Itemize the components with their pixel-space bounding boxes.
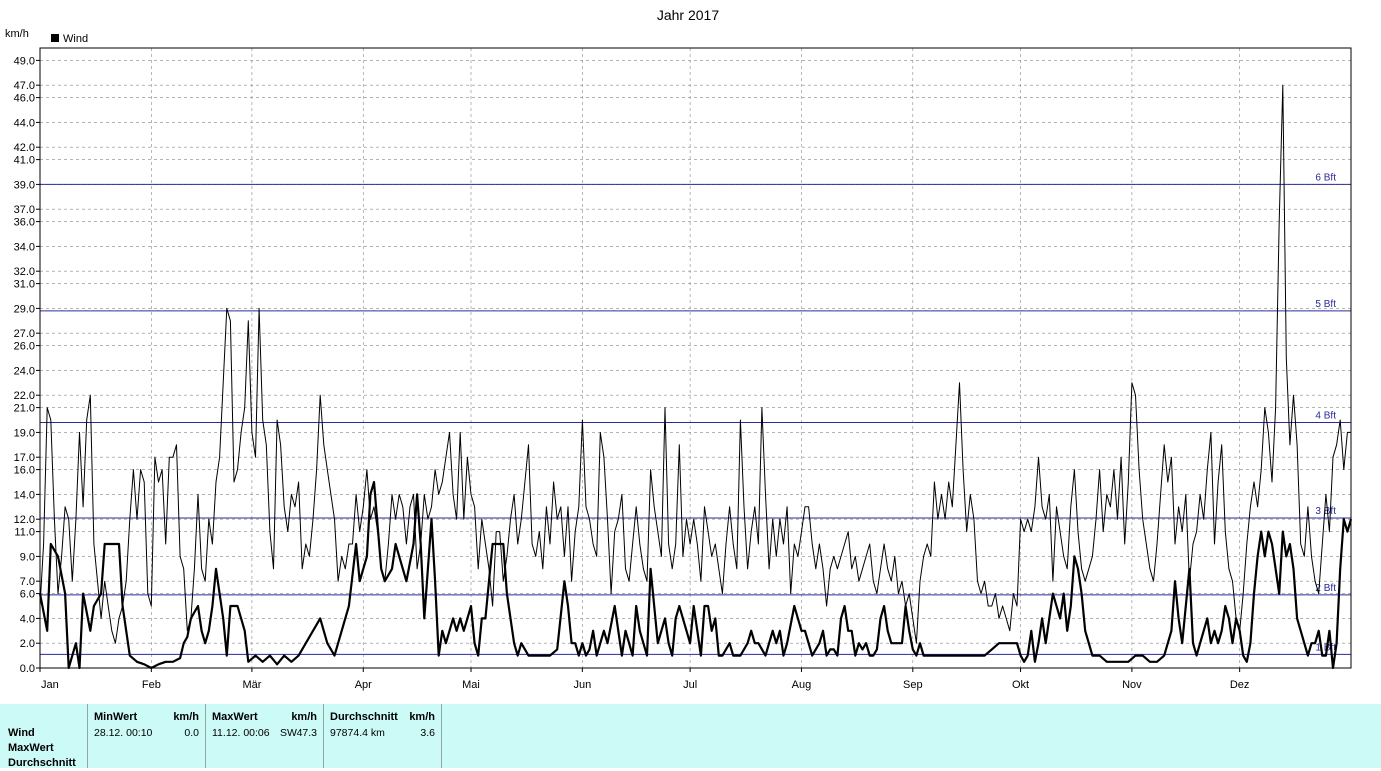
- x-tick-label: Aug: [792, 679, 812, 691]
- row-label-wind: Wind: [8, 727, 35, 739]
- y-tick-label: 17.0: [14, 452, 35, 464]
- y-tick-label: 21.0: [14, 403, 35, 415]
- y-tick-label: 46.0: [14, 93, 35, 105]
- bft-label: 5 Bft: [1315, 299, 1336, 310]
- x-tick-label: Apr: [355, 679, 372, 691]
- row-label-maxwert: MaxWert: [8, 742, 54, 754]
- y-tick-label: 9.0: [20, 551, 35, 563]
- min-date: 28.12. 00:10: [94, 727, 153, 739]
- x-tick-label: Dez: [1230, 679, 1250, 691]
- y-tick-label: 41.0: [14, 155, 35, 167]
- series-group: [38, 84, 1353, 670]
- y-tick-label: 32.0: [14, 266, 35, 278]
- x-tick-label: Mai: [462, 679, 480, 691]
- max-direction: SW: [280, 727, 297, 739]
- bft-label: 6 Bft: [1315, 172, 1336, 183]
- y-axis: 49.0 47.046.0 44.0 42.041.0 39.0 37.036.0 34.0…: [14, 55, 40, 675]
- y-tick-label: 49.0: [14, 55, 35, 67]
- y-tick-label: 39.0: [14, 179, 35, 191]
- y-tick-label: 16.0: [14, 465, 35, 477]
- y-tick-label: 44.0: [14, 117, 35, 129]
- chart-title: Jahr 2017: [657, 7, 719, 23]
- y-tick-label: 0.0: [20, 663, 35, 675]
- avg-value: 3.6: [420, 727, 435, 739]
- stats-row-labels: Wind MaxWert Durchschnitt: [8, 726, 76, 771]
- max-value: 47.3: [296, 727, 317, 739]
- avg-column: Durchschnitt km/h 97874.4 km 3.6: [324, 704, 442, 768]
- y-tick-label: 4.0: [20, 613, 35, 625]
- y-tick-label: 27.0: [14, 328, 35, 340]
- beaufort-lines: 6 Bft5 Bft4 Bft3 Bft2 Bft1 Bft: [40, 172, 1351, 655]
- min-column: MinWert km/h 28.12. 00:10 0.0: [88, 704, 206, 768]
- x-tick-label: Okt: [1012, 679, 1029, 691]
- stats-panel: Wind MaxWert Durchschnitt MinWert km/h 2…: [0, 704, 1381, 771]
- y-tick-label: 7.0: [20, 576, 35, 588]
- max-column: MaxWert km/h 11.12. 00:06 SW 47.3: [206, 704, 324, 768]
- y-tick-label: 42.0: [14, 142, 35, 154]
- row-label-durchschnitt: Durchschnitt: [8, 757, 76, 769]
- max-header: MaxWert: [212, 711, 258, 723]
- y-tick-label: 22.0: [14, 390, 35, 402]
- avg-distance: 97874.4 km: [330, 727, 385, 739]
- y-tick-label: 12.0: [14, 514, 35, 526]
- y-tick-label: 2.0: [20, 638, 35, 650]
- x-tick-label: Jul: [683, 679, 697, 691]
- y-unit-label: km/h: [5, 28, 29, 40]
- y-tick-label: 37.0: [14, 204, 35, 216]
- min-header: MinWert: [94, 711, 138, 723]
- bft-label: 4 Bft: [1315, 410, 1336, 421]
- y-tick-label: 36.0: [14, 217, 35, 229]
- legend-label: Wind: [63, 33, 88, 45]
- avg-unit: km/h: [409, 711, 435, 723]
- x-axis: Jan Feb Mär Apr Mai Jun Jul Aug Sep Okt Nov Dez: [39, 668, 1250, 691]
- y-tick-label: 34.0: [14, 241, 35, 253]
- max-unit: km/h: [291, 711, 317, 723]
- y-tick-label: 19.0: [14, 427, 35, 439]
- y-tick-label: 26.0: [14, 341, 35, 353]
- min-value: 0.0: [184, 727, 199, 739]
- x-tick-label: Sep: [903, 679, 923, 691]
- y-tick-label: 6.0: [20, 589, 35, 601]
- max-date: 11.12. 00:06: [212, 727, 270, 739]
- x-tick-label: Mär: [242, 679, 261, 691]
- x-tick-label: Feb: [142, 679, 161, 691]
- y-tick-label: 47.0: [14, 80, 35, 92]
- y-tick-label: 24.0: [14, 365, 35, 377]
- legend-swatch: [51, 34, 59, 42]
- y-tick-label: 31.0: [14, 279, 35, 291]
- series-line-maxwert: [39, 84, 1351, 644]
- bft-label: 3 Bft: [1315, 506, 1336, 517]
- x-tick-label: Jun: [573, 679, 591, 691]
- x-tick-label: Jan: [41, 679, 59, 691]
- y-tick-label: 11.0: [14, 527, 35, 539]
- avg-header: Durchschnitt: [330, 711, 398, 723]
- y-tick-label: 29.0: [14, 303, 35, 315]
- min-unit: km/h: [173, 711, 199, 723]
- x-tick-label: Nov: [1122, 679, 1142, 691]
- wind-chart: Jahr 2017 km/h Wind 6 Bft 5 Bft 4 Bft 3 Bft…: [5, 7, 1353, 691]
- y-tick-label: 14.0: [14, 489, 35, 501]
